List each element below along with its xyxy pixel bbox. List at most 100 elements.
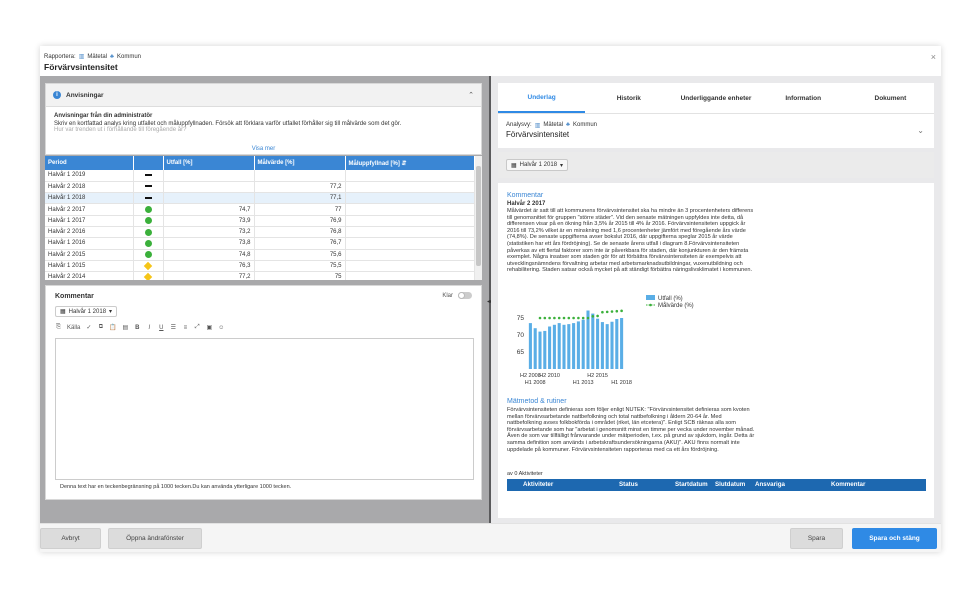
comment-period-select[interactable]: ▦ Halvår 1 2018 ▾	[55, 306, 118, 317]
matmetod-text: Förvärvsintensiteten definieras som följ…	[507, 407, 755, 453]
scroll-thumb[interactable]	[476, 166, 481, 266]
maluppfyllnad-cell	[345, 226, 475, 239]
analysis-view-panel[interactable]: Analysvy: ▥ Mätetal ♣ Kommun Förvärvsint…	[498, 114, 934, 148]
caret-down-icon: ▾	[109, 309, 113, 315]
bullet-list-icon[interactable]: ≡	[182, 325, 189, 331]
fullscreen-icon[interactable]: ⤢	[194, 324, 201, 331]
sort-icon: ⇵	[401, 160, 407, 167]
col-maluppfyllnad[interactable]: Måluppfyllnad [%] ⇵	[345, 156, 475, 170]
legend-label: Målvärde (%)	[658, 302, 694, 309]
col-maluppfyllnad-label: Måluppfyllnad [%]	[348, 160, 400, 167]
ready-label: Klar	[442, 292, 453, 299]
table-row[interactable]: Halvår 1 2019	[45, 170, 475, 182]
comment-title: Kommentar	[55, 293, 94, 300]
target-point	[596, 314, 599, 318]
col-malvarde[interactable]: Målvärde [%]	[254, 156, 346, 170]
cancel-button[interactable]: Avbryt	[40, 528, 101, 549]
period-cell: Halvår 1 2019	[45, 170, 134, 182]
italic-icon[interactable]: I	[146, 325, 153, 331]
col-kommentar[interactable]: Kommentar	[831, 481, 865, 488]
analysis-label: Analysvy:	[506, 122, 532, 128]
tag-matetal[interactable]: Mätetal	[87, 54, 107, 60]
underline-icon[interactable]: U	[158, 325, 165, 331]
spellcheck-icon[interactable]: ✓	[85, 324, 92, 331]
user-icon[interactable]: ☺	[218, 325, 225, 331]
table-row[interactable]: Halvår 2 2015 74,8 75,6	[45, 249, 475, 261]
col-status[interactable]: Status	[619, 481, 638, 488]
table-row[interactable]: Halvår 1 2018 77,1	[45, 192, 475, 205]
x-tick-label: H1 2008	[525, 380, 546, 386]
underlag-content: Kommentar Halvår 2 2017 Målvärdet är sat…	[498, 183, 934, 518]
period-cell: Halvår 1 2016	[45, 237, 134, 250]
source-icon[interactable]: ⎘	[55, 324, 62, 331]
instructions-panel: i Anvisningar ⌃ Anvisningar från din adm…	[45, 83, 482, 155]
maluppfyllnad-cell	[345, 203, 475, 216]
table-row[interactable]: Halvår 1 2017 73,9 76,9	[45, 215, 475, 227]
open-change-window-button[interactable]: Öppna ändrafönster	[108, 528, 202, 549]
bar	[567, 324, 571, 369]
chevron-down-icon[interactable]: ⌄	[917, 126, 924, 135]
status-cell	[133, 170, 164, 182]
period-table-panel: Period Utfall [%] Målvärde [%] Måluppfyl…	[45, 156, 482, 280]
maluppfyllnad-cell	[345, 170, 475, 182]
malvarde-cell	[254, 170, 346, 182]
tab-underliggande-enheter[interactable]: Underliggande enheter	[672, 83, 759, 113]
table-scrollbar[interactable]	[475, 156, 482, 280]
tag-kommun[interactable]: Kommun	[117, 54, 141, 60]
bar-chart-icon: ▥	[534, 123, 541, 129]
tab-historik[interactable]: Historik	[585, 83, 672, 113]
ready-toggle[interactable]	[458, 292, 472, 299]
col-startdatum[interactable]: Startdatum	[675, 481, 708, 488]
save-and-close-button[interactable]: Spara och stäng	[852, 528, 937, 549]
image-icon[interactable]: ▣	[206, 324, 213, 331]
chevron-up-icon[interactable]: ⌃	[468, 91, 474, 99]
paste-icon[interactable]: 📋	[109, 324, 116, 331]
status-cell	[133, 237, 164, 250]
col-ansvariga[interactable]: Ansvariga	[755, 481, 785, 488]
status-cell	[133, 249, 164, 261]
bar	[596, 318, 600, 369]
save-button[interactable]: Spara	[790, 528, 843, 549]
utfall-cell: 77,2	[163, 271, 255, 280]
instructions-heading: Anvisningar från din administratör	[54, 113, 153, 119]
target-point	[601, 310, 604, 314]
malvarde-cell: 76,7	[254, 237, 346, 250]
period-select[interactable]: ▦ Halvår 1 2018 ▾	[506, 159, 569, 171]
target-point	[548, 316, 551, 320]
period-cell: Halvår 2 2018	[45, 181, 134, 194]
table-row[interactable]: Halvår 2 2016 73,2 76,8	[45, 226, 475, 239]
malvarde-cell: 75,6	[254, 249, 346, 261]
col-period[interactable]: Period	[45, 156, 134, 170]
table-row[interactable]: Halvår 1 2015 76,3 75,5	[45, 260, 475, 273]
table-row[interactable]: Halvår 1 2016 73,8 76,7	[45, 237, 475, 250]
source-button[interactable]: Källa	[67, 325, 80, 331]
analysis-tag-matetal[interactable]: Mätetal	[543, 122, 563, 129]
period-cell: Halvår 1 2018	[45, 192, 134, 205]
tab-dokument[interactable]: Dokument	[847, 83, 934, 113]
tab-underlag[interactable]: Underlag	[498, 83, 586, 113]
show-more-link[interactable]: Visa mer	[46, 146, 481, 152]
period-cell: Halvår 1 2017	[45, 215, 134, 227]
table-row[interactable]: Halvår 2 2014 77,2 75	[45, 271, 475, 280]
report-breadcrumb: Rapportera: ▥ Mätetal ♣ Kommun	[44, 53, 141, 61]
status-cell	[133, 181, 164, 194]
close-icon[interactable]: ×	[931, 52, 936, 62]
bold-icon[interactable]: B	[134, 325, 141, 331]
legend-swatch-bar	[646, 295, 655, 300]
copy-icon[interactable]: ⧉	[97, 324, 104, 331]
instructions-header[interactable]: i Anvisningar ⌃	[46, 84, 481, 107]
numbered-list-icon[interactable]: ☰	[170, 324, 177, 331]
malvarde-cell: 75,5	[254, 260, 346, 273]
table-row[interactable]: Halvår 2 2018 77,2	[45, 181, 475, 194]
col-aktiviteter[interactable]: Aktiviteter	[523, 481, 553, 488]
target-point	[562, 316, 566, 320]
col-slutdatum[interactable]: Slutdatum	[715, 481, 745, 488]
analysis-tag-kommun[interactable]: Kommun	[573, 122, 597, 129]
bar	[591, 313, 595, 369]
tab-information[interactable]: Information	[760, 83, 847, 113]
no-status-icon	[144, 185, 152, 188]
col-utfall[interactable]: Utfall [%]	[163, 156, 255, 170]
comment-editor[interactable]	[55, 338, 474, 480]
paste-word-icon[interactable]: ▤	[122, 324, 129, 331]
table-row[interactable]: Halvår 2 2017 74,7 77	[45, 203, 475, 216]
